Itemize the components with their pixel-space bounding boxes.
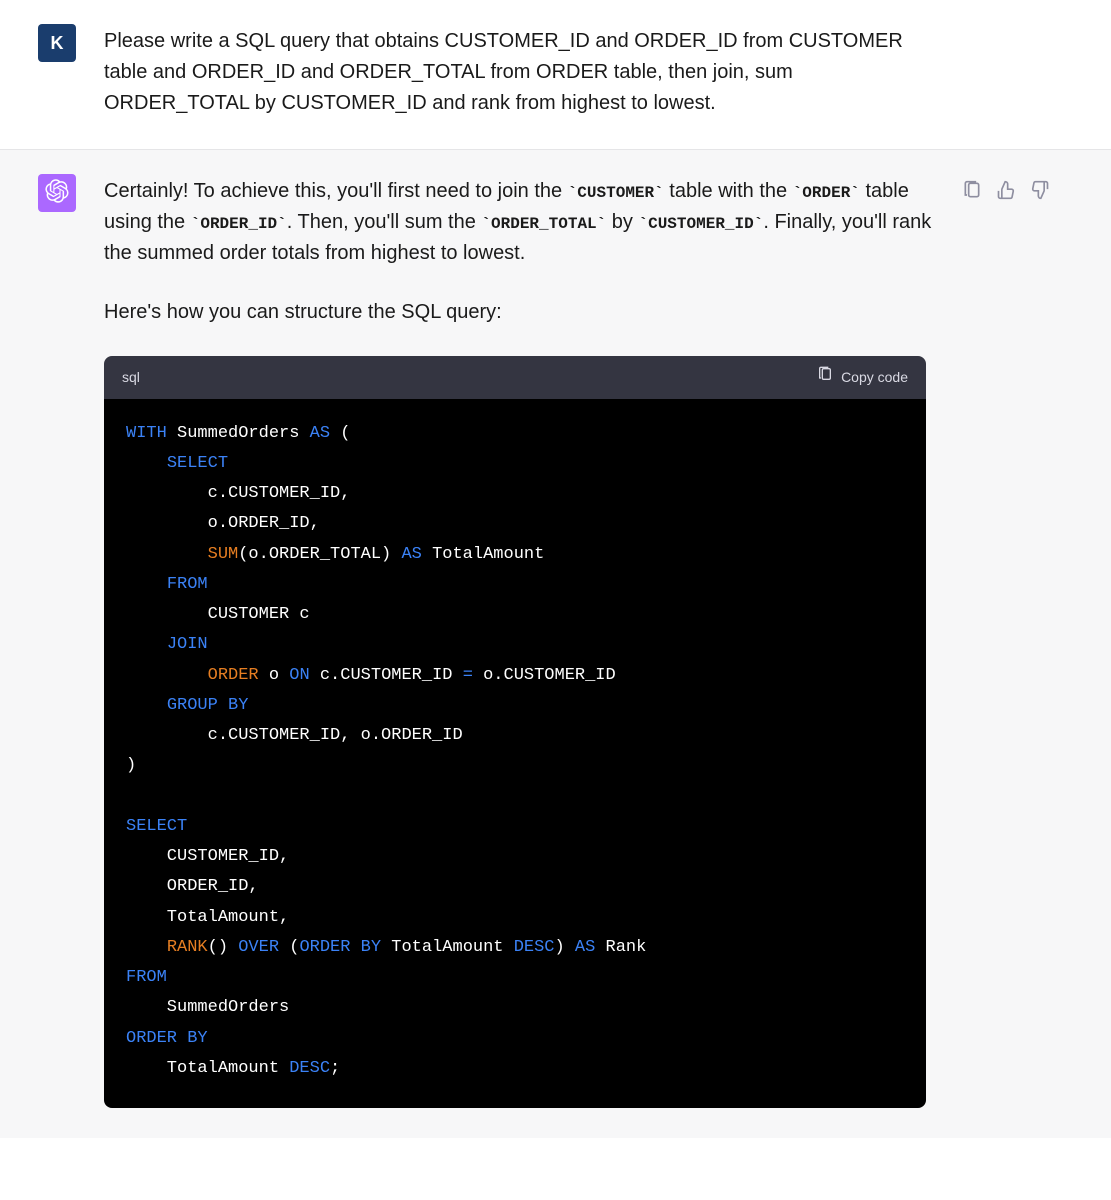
- code-token: c.CUSTOMER_ID, o.ORDER_ID: [126, 726, 463, 745]
- user-avatar-letter: K: [51, 33, 64, 54]
- thumbs-down-button[interactable]: [1030, 180, 1050, 200]
- code-token: SummedOrders: [126, 998, 289, 1017]
- code-token: SELECT: [126, 817, 187, 836]
- code-token: TotalAmount,: [126, 908, 289, 927]
- code-token: SUM: [208, 545, 239, 564]
- user-avatar: K: [38, 24, 76, 62]
- code-block: sql Copy code WITH SummedOrders AS ( SEL…: [104, 356, 926, 1108]
- code-token: [126, 938, 167, 957]
- user-message-text: Please write a SQL query that obtains CU…: [104, 26, 934, 119]
- code-language-label: sql: [122, 367, 140, 389]
- code-token: SELECT: [167, 454, 228, 473]
- code-token: ORDER: [208, 666, 259, 685]
- code-token: DESC: [289, 1059, 330, 1078]
- code-token: JOIN: [167, 635, 208, 654]
- code-token: c.CUSTOMER_ID: [310, 666, 463, 685]
- clipboard-icon: [817, 366, 833, 389]
- code-token: [218, 696, 228, 715]
- assistant-message-row: Certainly! To achieve this, you'll first…: [0, 149, 1111, 1138]
- assistant-message-content: Certainly! To achieve this, you'll first…: [104, 174, 934, 1108]
- code-token: TotalAmount: [422, 545, 544, 564]
- code-token: FROM: [126, 968, 167, 987]
- code-token: [126, 696, 167, 715]
- code-token: BY: [361, 938, 381, 957]
- code-token: [126, 575, 167, 594]
- code-token: o: [259, 666, 290, 685]
- code-token: =: [463, 666, 473, 685]
- code-token: GROUP: [167, 696, 218, 715]
- code-token: OVER: [238, 938, 279, 957]
- code-token: WITH: [126, 424, 167, 443]
- copy-code-button[interactable]: Copy code: [817, 366, 908, 389]
- message-actions: [962, 174, 1050, 1108]
- code-token: [126, 666, 208, 685]
- code-token: o.CUSTOMER_ID: [473, 666, 616, 685]
- code-token: [126, 545, 208, 564]
- openai-logo-icon: [45, 179, 69, 208]
- thumbs-up-button[interactable]: [996, 180, 1016, 200]
- code-token: [177, 1029, 187, 1048]
- code-token: BY: [187, 1029, 207, 1048]
- code-token: ORDER: [299, 938, 350, 957]
- code-token: (o.ORDER_TOTAL): [238, 545, 401, 564]
- code-token: ): [555, 938, 575, 957]
- copy-code-label: Copy code: [841, 367, 908, 389]
- code-token: [350, 938, 360, 957]
- code-token: ON: [289, 666, 309, 685]
- code-token: (): [208, 938, 239, 957]
- thumbs-down-icon: [1030, 180, 1050, 200]
- code-token: [126, 635, 167, 654]
- intro-text: by: [606, 211, 638, 233]
- code-token: (: [279, 938, 299, 957]
- clipboard-icon: [962, 180, 982, 200]
- code-token: ): [126, 756, 136, 775]
- inline-code-customerid: `CUSTOMER_ID`: [639, 215, 764, 233]
- intro-text: . Then, you'll sum the: [287, 211, 482, 233]
- user-message-row: K Please write a SQL query that obtains …: [0, 0, 1111, 149]
- code-token: c.CUSTOMER_ID,: [126, 484, 350, 503]
- code-token: TotalAmount: [126, 1059, 289, 1078]
- code-block-header: sql Copy code: [104, 356, 926, 399]
- assistant-avatar: [38, 174, 76, 212]
- intro-text: Certainly! To achieve this, you'll first…: [104, 180, 568, 202]
- code-token: FROM: [167, 575, 208, 594]
- code-token: AS: [401, 545, 421, 564]
- user-message-content: Please write a SQL query that obtains CU…: [104, 24, 934, 119]
- code-token: CUSTOMER_ID,: [126, 847, 289, 866]
- inline-code-orderid: `ORDER_ID`: [191, 215, 287, 233]
- code-token: RANK: [167, 938, 208, 957]
- inline-code-ordertotal: `ORDER_TOTAL`: [481, 215, 606, 233]
- code-token: (: [330, 424, 350, 443]
- copy-message-button[interactable]: [962, 180, 982, 200]
- code-block-body[interactable]: WITH SummedOrders AS ( SELECT c.CUSTOMER…: [104, 399, 926, 1109]
- code-token: AS: [310, 424, 330, 443]
- code-token: DESC: [514, 938, 555, 957]
- code-token: [126, 454, 167, 473]
- code-token: ORDER: [126, 1029, 177, 1048]
- code-token: ORDER_ID,: [126, 877, 259, 896]
- intro-text: table with the: [664, 180, 793, 202]
- code-token: ;: [330, 1059, 340, 1078]
- thumbs-up-icon: [996, 180, 1016, 200]
- assistant-intro-paragraph: Certainly! To achieve this, you'll first…: [104, 176, 934, 269]
- inline-code-customer: `CUSTOMER`: [568, 184, 664, 202]
- assistant-intro2: Here's how you can structure the SQL que…: [104, 297, 934, 328]
- code-token: BY: [228, 696, 248, 715]
- code-token: CUSTOMER c: [126, 605, 310, 624]
- code-token: Rank: [595, 938, 646, 957]
- inline-code-order: `ORDER`: [793, 184, 860, 202]
- code-token: TotalAmount: [381, 938, 514, 957]
- code-token: AS: [575, 938, 595, 957]
- code-token: o.ORDER_ID,: [126, 514, 320, 533]
- code-token: SummedOrders: [167, 424, 310, 443]
